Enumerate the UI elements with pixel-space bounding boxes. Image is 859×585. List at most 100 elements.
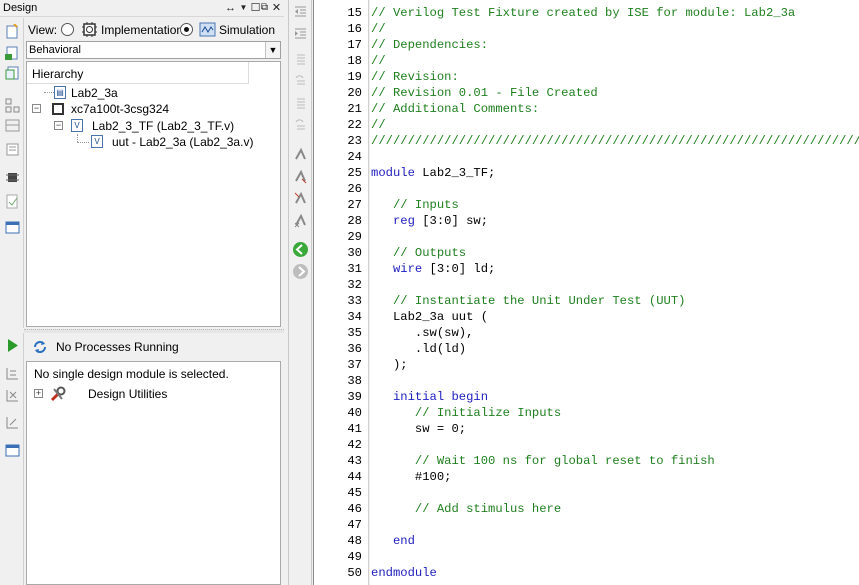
tree-item-label: uut - Lab2_3a (Lab2_3a.v) [112,135,254,149]
rerun-icon[interactable] [5,366,20,381]
module-view-icon[interactable] [5,118,20,133]
line-number: 32 [347,278,362,292]
code-text: Lab2_3_TF; [414,166,496,180]
add-copy-source-icon[interactable] [5,66,20,81]
line-number: 50 [347,566,362,580]
line-number: 38 [347,374,362,388]
tree-item-uut[interactable]: V uut - Lab2_3a (Lab2_3a.v) [27,134,277,150]
code-keyword: reg [392,214,415,228]
code-line: // [371,22,386,36]
simulation-mode-select[interactable]: Behavioral ▼ [26,41,281,59]
chevron-down-icon[interactable]: ▼ [265,42,280,58]
tree-connector [77,134,78,142]
line-number: 24 [347,150,362,164]
unindent-icon[interactable] [293,4,308,19]
line-number: 46 [347,502,362,516]
code-line: // Add stimulus here [371,502,562,516]
process-toolbar [0,333,24,585]
line-number: 33 [347,294,362,308]
view-label: View: [28,23,58,37]
panel-splitter[interactable] [24,329,284,333]
bookmark-icon[interactable] [293,147,308,162]
run-icon[interactable] [5,338,20,353]
simulation-radio[interactable] [180,23,193,36]
implementation-label[interactable]: Implementation [101,23,183,37]
code-line: ); [371,358,408,372]
line-number: 16 [347,22,362,36]
add-source-icon[interactable] [5,46,20,61]
tree-item-label: xc7a100t-3csg324 [71,102,170,116]
code-line: // Outputs [371,246,467,260]
uncomment-icon[interactable] [293,74,308,89]
code-line: #100; [371,470,452,484]
check-syntax-icon[interactable] [5,194,20,209]
line-number: 49 [347,550,362,564]
line-number: 19 [347,70,362,84]
editor-toolbar [288,0,312,585]
line-number: 25 [347,166,362,180]
properties-icon[interactable] [5,142,20,157]
code-line: ////////////////////////////////////////… [371,134,859,148]
simulation-icon [199,22,216,37]
line-number: 22 [347,118,362,132]
panel-layout-icon[interactable] [5,220,20,235]
clear-bookmarks-icon[interactable] [293,213,308,228]
tree-item-testfixture[interactable]: − V Lab2_3_TF (Lab2_3_TF.v) [27,118,277,134]
prev-bookmark-icon[interactable] [293,191,308,206]
tree-item-label: Design Utilities [88,387,168,401]
refresh-icon[interactable] [32,339,48,355]
go-back-icon[interactable] [292,241,309,258]
code-line: end [371,534,415,548]
tree-item-device[interactable]: − xc7a100t-3csg324 [27,101,277,117]
line-number: 27 [347,198,362,212]
tree-item-label: Lab2_3_TF (Lab2_3_TF.v) [92,119,235,133]
simulation-label[interactable]: Simulation [219,23,275,37]
collapse-icon[interactable]: − [32,104,41,113]
rerun-all-icon[interactable] [5,388,20,403]
line-number: 37 [347,358,362,372]
line-number: 42 [347,438,362,452]
line-number: 34 [347,310,362,324]
verilog-file-icon: V [71,119,83,132]
new-source-icon[interactable] [5,24,20,39]
line-number: 20 [347,86,362,100]
line-number: 45 [347,486,362,500]
line-number: 17 [347,38,362,52]
close-icon[interactable]: ✕ [270,1,283,15]
undo-comment-icon[interactable] [293,118,308,133]
selection-message: No single design module is selected. [34,367,229,381]
line-number-gutter: 15 16 17 18 19 20 21 22 23 24 25 26 27 28 29 30 31 32 33 34… [313,0,369,585]
code-line: // Revision 0.01 - File Created [371,86,598,100]
expand-icon[interactable]: + [34,389,43,398]
hierarchy-view-icon[interactable] [5,98,20,113]
code-line: wire [3:0] ld; [371,262,495,276]
line-number: 30 [347,246,362,260]
next-bookmark-icon[interactable] [293,169,308,184]
line-number: 41 [347,422,362,436]
chip-view-icon[interactable] [5,170,20,185]
line-number: 15 [347,6,362,20]
line-number: 47 [347,518,362,532]
code-line: // [371,118,386,132]
tree-item-design-utilities[interactable]: + Design Utilities [27,386,277,402]
float-panel-icon[interactable]: ↔ [224,1,237,15]
code-line: endmodule [371,566,437,580]
code-line: reg [3:0] sw; [371,214,488,228]
tree-item-project[interactable]: ▤ Lab2_3a [27,85,277,101]
implementation-radio[interactable] [61,23,74,36]
line-number: 39 [347,390,362,404]
code-line: // Additional Comments: [371,102,540,116]
go-forward-icon[interactable] [292,263,309,280]
panel-layout-icon[interactable] [5,443,20,458]
line-number: 21 [347,102,362,116]
stop-icon[interactable] [5,415,20,430]
code-line: initial begin [371,390,489,404]
collapse-icon[interactable]: − [54,121,63,130]
tree-connector [77,142,89,143]
indent-icon[interactable] [293,26,308,41]
comment-icon[interactable] [293,52,308,67]
code-editor[interactable]: // Verilog Test Fixture created by ISE f… [370,0,859,585]
line-number: 18 [347,54,362,68]
design-titlebar: Design ↔ ▼ ☐ ⧉ ✕ [0,0,284,17]
align-icon[interactable] [293,96,308,111]
